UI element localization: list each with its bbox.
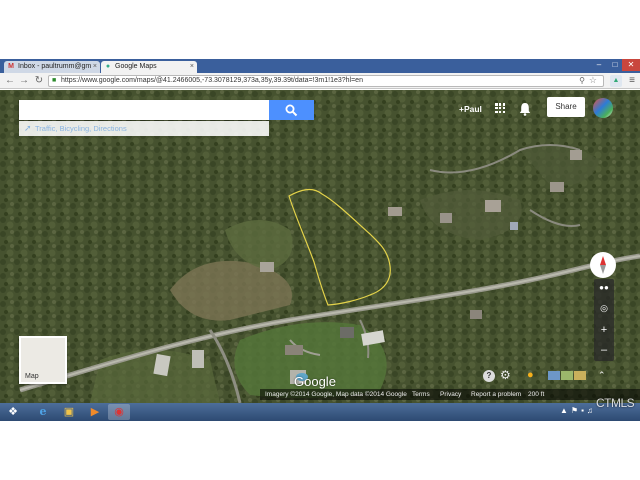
compass-icon[interactable] bbox=[590, 252, 616, 278]
google-logo: Google bbox=[294, 374, 336, 389]
zoom-in-button[interactable]: + bbox=[594, 321, 614, 339]
folder-icon[interactable]: ▣ bbox=[58, 404, 80, 420]
directions-link[interactable]: ➚ Traffic, Bicycling, Directions bbox=[19, 121, 269, 136]
search-icon[interactable]: ⚲ bbox=[579, 76, 585, 86]
gmail-icon: M bbox=[8, 63, 14, 70]
star-icon[interactable]: ☆ bbox=[589, 76, 597, 85]
screen: M Inbox - paultrumm@gm × ● Google Maps ×… bbox=[0, 59, 640, 421]
tab-inbox[interactable]: M Inbox - paultrumm@gm × bbox=[4, 61, 100, 73]
chrome-icon[interactable]: ◉ bbox=[108, 404, 130, 420]
satellite-imagery bbox=[0, 90, 640, 403]
people-icon[interactable]: ●● bbox=[594, 279, 614, 297]
tab-google-maps[interactable]: ● Google Maps × bbox=[101, 61, 197, 73]
url-text: https://www.google.com/maps/@41.2466005,… bbox=[61, 77, 363, 84]
imagery-credit: Imagery ©2014 Google, Map data ©2014 Goo… bbox=[265, 391, 407, 398]
close-icon[interactable]: × bbox=[190, 61, 194, 73]
expand-icon[interactable]: ⌃ bbox=[598, 370, 606, 381]
media-player-icon[interactable]: ▶ bbox=[84, 404, 106, 420]
back-arrow-icon[interactable]: ← bbox=[4, 75, 16, 87]
watermark: CTMLS bbox=[596, 396, 635, 410]
map-controls: ●● ◎ + – bbox=[594, 279, 614, 361]
apps-grid-icon[interactable] bbox=[495, 103, 505, 113]
window-close-button[interactable]: ✕ bbox=[622, 59, 640, 71]
help-icon[interactable]: ? bbox=[483, 370, 495, 382]
lock-icon: ■ bbox=[52, 77, 57, 84]
minimap-label: Map bbox=[25, 373, 39, 380]
privacy-link[interactable]: Privacy bbox=[440, 389, 461, 400]
share-button[interactable]: Share bbox=[547, 97, 585, 117]
taskbar: ❖ e ▣ ▶ ◉ ▲⚑▪♫ bbox=[0, 403, 640, 421]
directions-icon: ➚ bbox=[24, 123, 32, 133]
search-icon bbox=[285, 104, 298, 117]
system-tray-icons[interactable]: ▲⚑▪♫ bbox=[560, 406, 596, 415]
notifications-bell-icon[interactable] bbox=[519, 102, 531, 116]
maps-icon: ● bbox=[105, 63, 111, 70]
tab-label: Google Maps bbox=[115, 63, 157, 70]
terms-link[interactable]: Terms bbox=[412, 389, 430, 400]
tab-label: Inbox - paultrumm@gm bbox=[18, 63, 92, 70]
tab-strip: M Inbox - paultrumm@gm × ● Google Maps ×… bbox=[0, 59, 640, 73]
extension-icon[interactable]: ▲ bbox=[610, 75, 622, 87]
pegman-icon[interactable]: ● bbox=[527, 369, 534, 381]
browser-toolbar: ← → ↻ ■ https://www.google.com/maps/@41.… bbox=[0, 73, 640, 89]
start-button-icon[interactable]: ❖ bbox=[2, 404, 24, 420]
close-icon[interactable]: × bbox=[93, 61, 97, 73]
my-location-icon[interactable]: ◎ bbox=[594, 299, 614, 317]
search-button[interactable] bbox=[269, 100, 314, 120]
forward-arrow-icon[interactable]: → bbox=[18, 75, 30, 87]
reload-icon[interactable]: ↻ bbox=[33, 75, 45, 87]
scale-label: 200 ft bbox=[528, 391, 545, 398]
gear-icon[interactable]: ⚙ bbox=[500, 368, 511, 382]
map-view-toggle[interactable]: Map bbox=[19, 336, 67, 384]
internet-explorer-icon[interactable]: e bbox=[32, 404, 54, 420]
map-footer: Imagery ©2014 Google, Map data ©2014 Goo… bbox=[260, 389, 640, 400]
satellite-map[interactable]: ➚ Traffic, Bicycling, Directions +Paul S… bbox=[0, 90, 640, 403]
directions-label: Traffic, Bicycling, Directions bbox=[35, 124, 127, 133]
report-problem-link[interactable]: Report a problem bbox=[471, 389, 521, 400]
menu-icon[interactable]: ≡ bbox=[626, 75, 638, 87]
avatar[interactable] bbox=[593, 98, 613, 118]
user-name-link[interactable]: +Paul bbox=[459, 104, 482, 114]
zoom-out-button[interactable]: – bbox=[594, 341, 614, 359]
address-bar[interactable]: ■ https://www.google.com/maps/@41.246600… bbox=[48, 75, 604, 87]
search-input[interactable] bbox=[19, 100, 269, 120]
search-box bbox=[19, 100, 269, 120]
imagery-thumbnails[interactable] bbox=[548, 371, 586, 380]
